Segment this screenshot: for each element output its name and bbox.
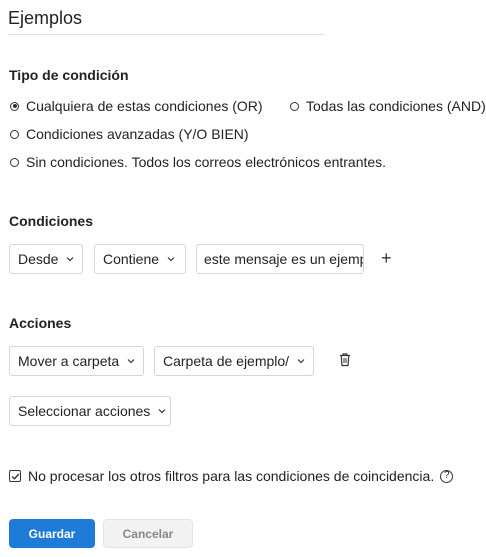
chevron-down-icon: [297, 359, 305, 364]
chevron-down-icon: [127, 359, 135, 364]
radio-and[interactable]: Todas las condiciones (AND): [290, 98, 486, 114]
radio-no-conditions-label: Sin condiciones. Todos los correos elect…: [26, 154, 387, 170]
stop-processing-checkbox[interactable]: [9, 470, 21, 482]
radio-and-indicator[interactable]: [290, 101, 299, 111]
radio-or-label: Cualquiera de estas condiciones (OR): [26, 98, 263, 114]
radio-no-conditions[interactable]: Sin condiciones. Todos los correos elect…: [10, 154, 386, 170]
help-icon[interactable]: ?: [440, 469, 454, 483]
target-folder-select[interactable]: Carpeta de ejemplo/: [154, 346, 314, 376]
condition-type-title: Tipo de condición: [9, 67, 129, 83]
chevron-down-icon: [158, 409, 166, 414]
stop-processing-label: No procesar los otros filtros para las c…: [28, 468, 435, 484]
stop-processing-row[interactable]: No procesar los otros filtros para las c…: [9, 468, 454, 484]
condition-value-input[interactable]: este mensaje es un ejemp: [196, 244, 364, 274]
save-button[interactable]: Guardar: [9, 519, 95, 548]
select-actions-dropdown[interactable]: Seleccionar acciones: [9, 396, 171, 426]
actions-title: Acciones: [9, 315, 72, 331]
select-actions-placeholder: Seleccionar acciones: [18, 403, 151, 419]
cancel-button[interactable]: Cancelar: [103, 519, 193, 548]
radio-and-label: Todas las condiciones (AND): [306, 98, 486, 114]
condition-field-value: Desde: [18, 251, 59, 267]
radio-advanced-indicator[interactable]: [10, 129, 19, 139]
condition-operator-select[interactable]: Contiene: [94, 244, 186, 274]
action-type-value: Mover a carpeta: [18, 353, 120, 369]
condition-field-select[interactable]: Desde: [9, 244, 83, 274]
target-folder-value: Carpeta de ejemplo/: [163, 353, 290, 369]
radio-no-conditions-indicator[interactable]: [10, 157, 19, 167]
radio-advanced[interactable]: Condiciones avanzadas (Y/O BIEN): [10, 126, 249, 142]
checkmark-icon: [11, 473, 19, 480]
chevron-down-icon: [67, 257, 74, 262]
radio-or-indicator[interactable]: [10, 101, 19, 111]
radio-or[interactable]: Cualquiera de estas condiciones (OR): [10, 98, 263, 114]
rule-name-input[interactable]: Ejemplos: [8, 2, 324, 35]
conditions-title: Condiciones: [9, 213, 94, 229]
add-condition-button[interactable]: +: [381, 248, 392, 268]
action-type-select[interactable]: Mover a carpeta: [9, 346, 144, 376]
chevron-down-icon: [167, 257, 175, 262]
radio-advanced-label: Condiciones avanzadas (Y/O BIEN): [26, 126, 249, 142]
condition-operator-value: Contiene: [103, 251, 160, 267]
trash-icon[interactable]: [338, 352, 352, 367]
